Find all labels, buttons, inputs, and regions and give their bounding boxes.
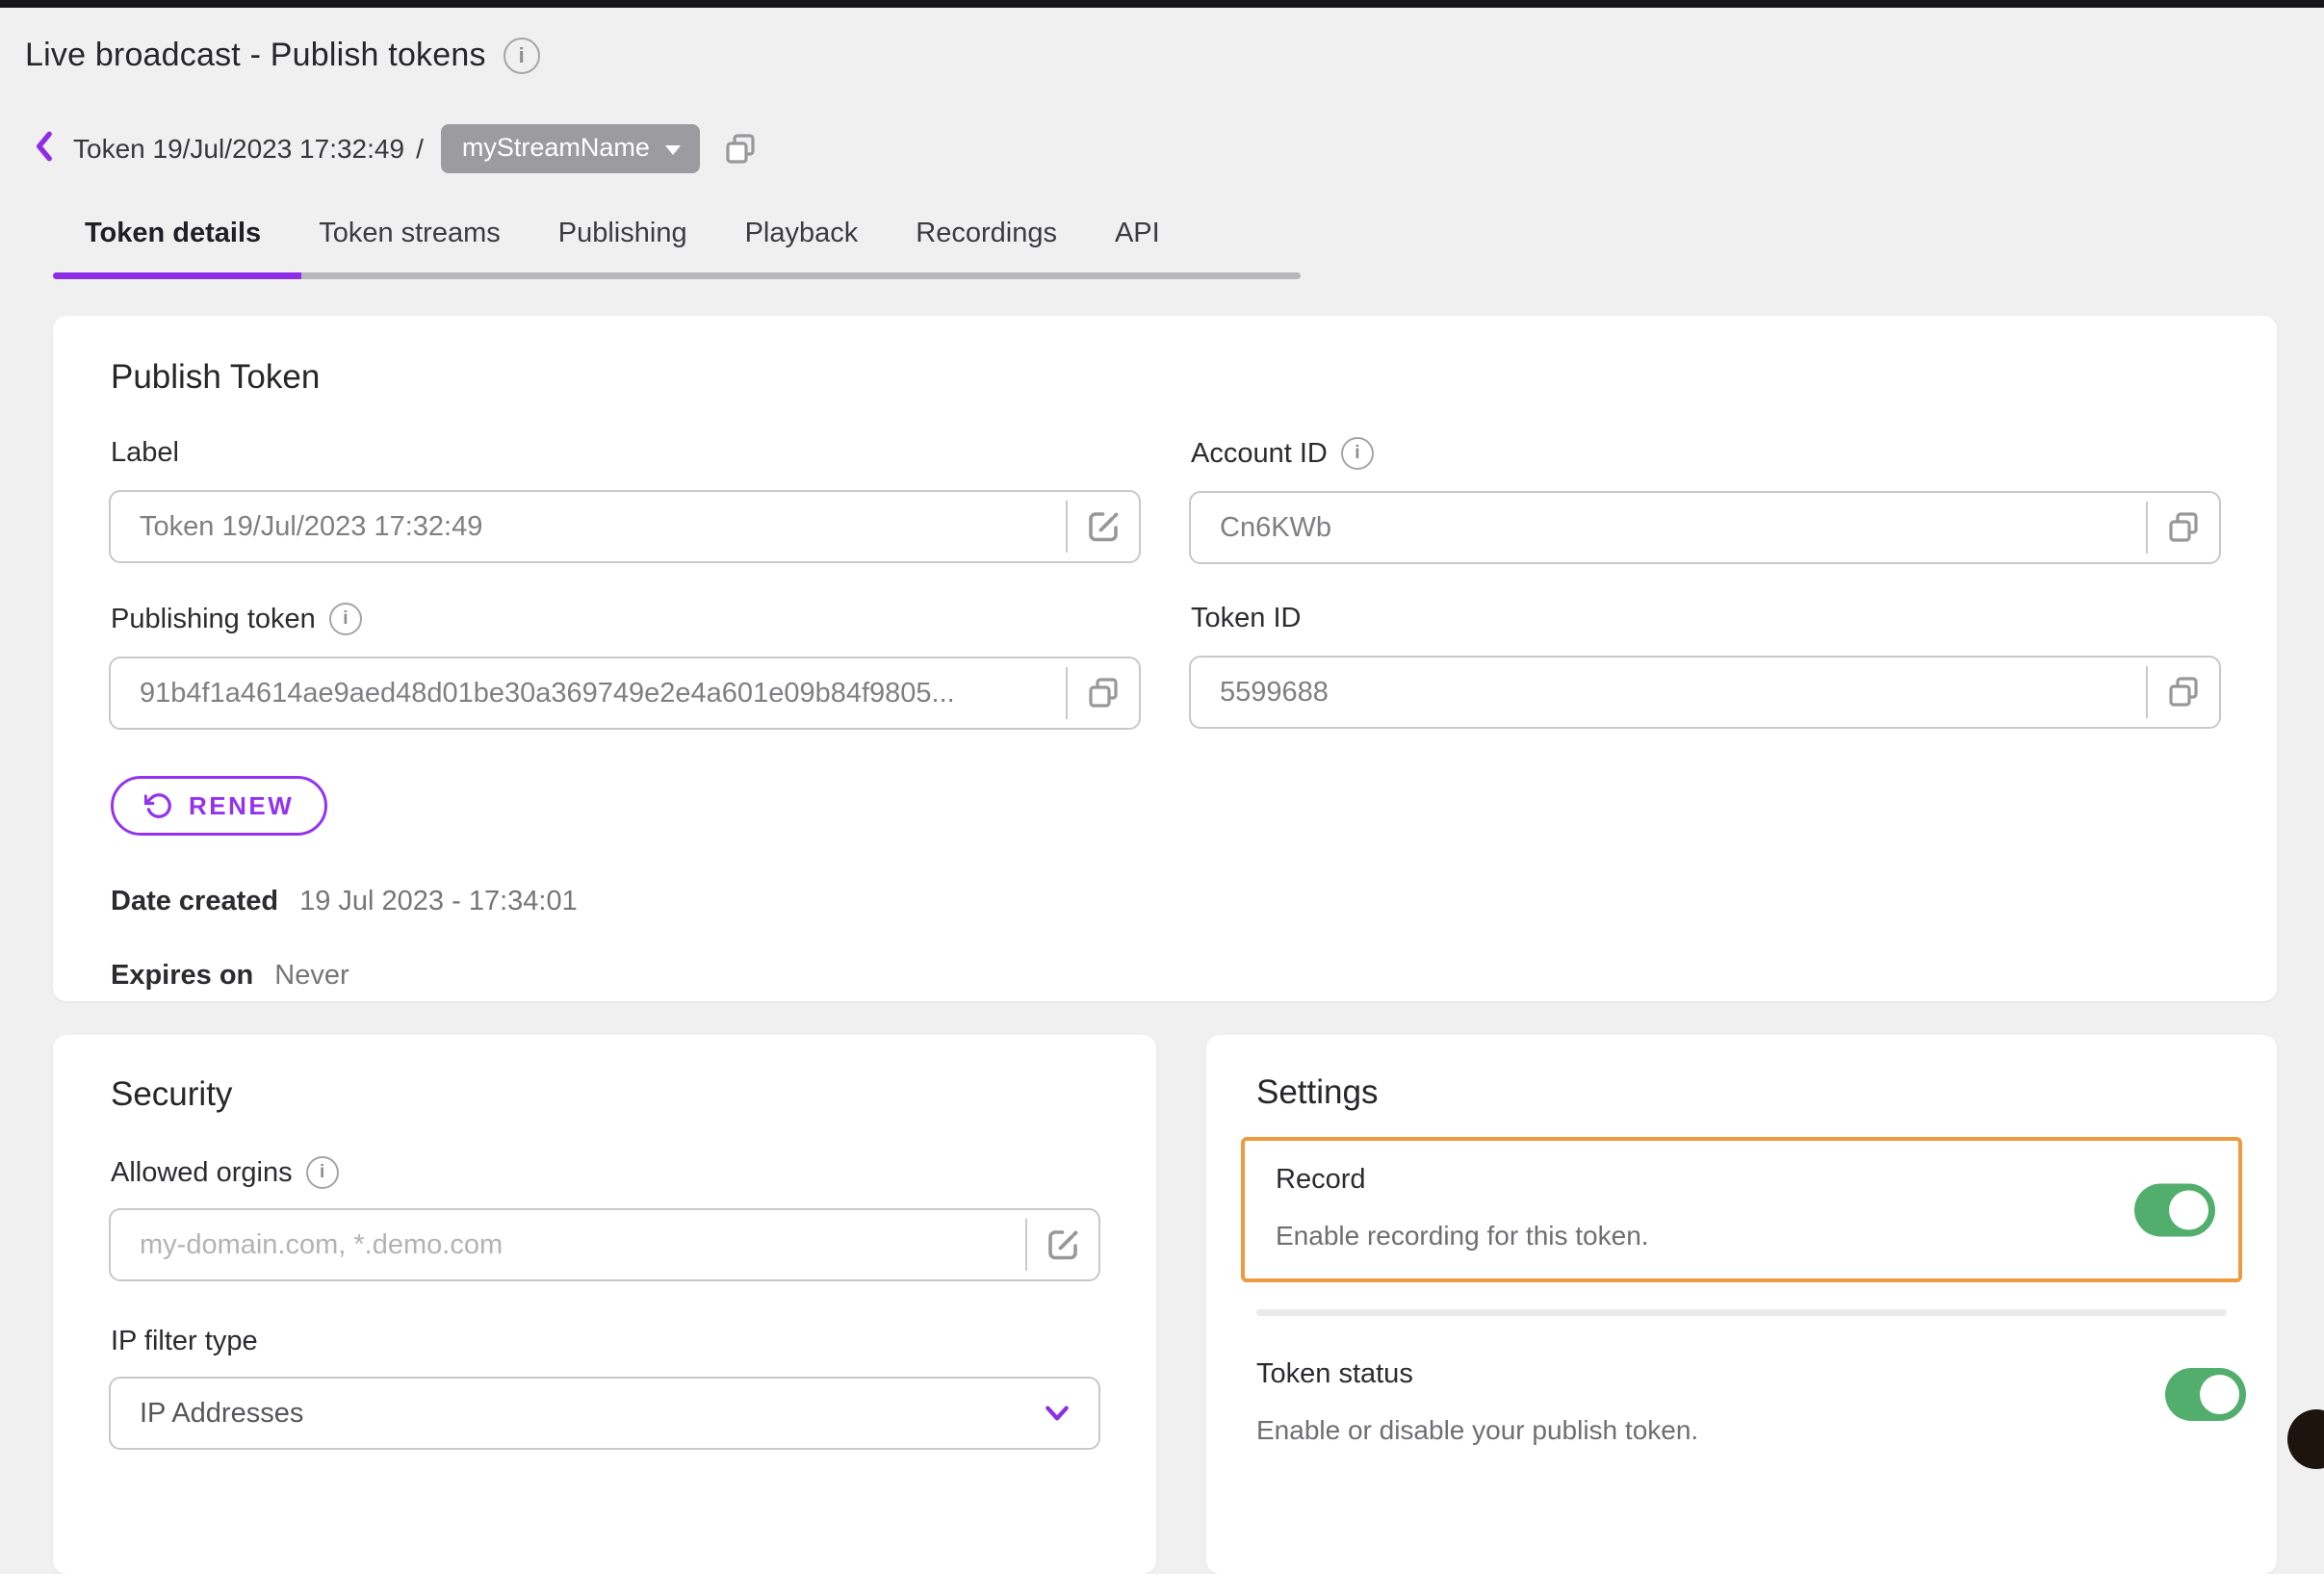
renew-rotate-icon	[144, 791, 173, 820]
label-inputbox	[109, 490, 1141, 563]
publish-token-form: Label Account ID	[109, 437, 2221, 730]
token-id-field: Token ID	[1189, 603, 2221, 730]
copy-token-id-button[interactable]	[2148, 658, 2219, 727]
page-header: Live broadcast - Publish tokens	[25, 37, 2324, 74]
top-window-bar	[0, 0, 2324, 8]
account-id-label: Account ID	[1191, 438, 1328, 470]
tab-recordings[interactable]: Recordings	[916, 218, 1057, 249]
breadcrumb-separator: /	[416, 134, 424, 165]
tab-token-details[interactable]: Token details	[85, 218, 261, 249]
bottom-cards-row: Security Allowed orgins IP filter type I…	[53, 1035, 2324, 1574]
account-id-inputbox	[1189, 491, 2221, 564]
expires-on-row: Expires on Never	[111, 960, 2221, 992]
record-label: Record	[1276, 1164, 2113, 1196]
token-id-label: Token ID	[1191, 603, 1301, 634]
tab-token-streams[interactable]: Token streams	[319, 218, 501, 249]
toggle-knob	[2200, 1375, 2239, 1414]
info-icon[interactable]	[504, 38, 540, 74]
publish-token-card: Publish Token Label Account ID	[53, 316, 2277, 1001]
tab-api[interactable]: API	[1115, 218, 1160, 249]
token-id-inputbox	[1189, 656, 2221, 729]
stream-name-label: myStreamName	[462, 133, 650, 163]
label-field: Label	[109, 437, 1141, 564]
select-chevron-icon	[1043, 1399, 1072, 1428]
settings-divider	[1256, 1309, 2227, 1316]
token-status-description: Enable or disable your publish token.	[1256, 1415, 2117, 1446]
info-icon[interactable]	[306, 1156, 339, 1189]
publishing-token-input[interactable]	[111, 678, 1066, 710]
stream-name-dropdown[interactable]: myStreamName	[441, 124, 700, 173]
date-created-row: Date created 19 Jul 2023 - 17:34:01	[111, 886, 2221, 917]
security-title: Security	[111, 1075, 1100, 1114]
copy-account-id-button[interactable]	[2148, 493, 2219, 562]
caret-down-icon	[665, 145, 681, 155]
token-status-toggle[interactable]	[2165, 1368, 2246, 1421]
tab-underline-track	[53, 272, 1301, 279]
edit-icon	[1046, 1227, 1080, 1262]
publishing-token-inputbox	[109, 657, 1141, 730]
toggle-knob	[2169, 1190, 2208, 1229]
renew-button[interactable]: RENEW	[111, 776, 327, 836]
allowed-origins-inputbox	[109, 1208, 1100, 1281]
copy-publishing-token-button[interactable]	[1068, 658, 1139, 728]
expires-on-label: Expires on	[111, 960, 253, 992]
copy-icon	[1086, 676, 1121, 710]
back-chevron-icon[interactable]	[33, 130, 58, 168]
label-input[interactable]	[111, 511, 1066, 543]
tab-playback[interactable]: Playback	[745, 218, 859, 249]
allowed-origins-input[interactable]	[111, 1229, 1025, 1261]
label-field-label: Label	[111, 437, 179, 469]
info-icon[interactable]	[1341, 437, 1374, 470]
breadcrumb-token-label[interactable]: Token 19/Jul/2023 17:32:49	[73, 134, 404, 165]
active-tab-indicator	[53, 272, 301, 279]
publish-token-title: Publish Token	[111, 358, 2221, 397]
token-id-input[interactable]	[1191, 677, 2146, 709]
expires-on-value: Never	[274, 960, 349, 992]
ip-filter-type-select[interactable]: IP Addresses	[109, 1377, 1100, 1450]
settings-card: Settings Record Enable recording for thi…	[1206, 1035, 2277, 1574]
record-description: Enable recording for this token.	[1276, 1221, 2113, 1251]
account-id-input[interactable]	[1191, 512, 2146, 544]
token-status-setting: Token status Enable or disable your publ…	[1256, 1358, 2242, 1446]
copy-icon	[2166, 675, 2201, 710]
copy-icon[interactable]	[723, 132, 758, 167]
record-toggle[interactable]	[2134, 1183, 2215, 1236]
edit-allowed-origins-button[interactable]	[1027, 1210, 1098, 1279]
date-created-label: Date created	[111, 886, 278, 917]
token-status-label: Token status	[1256, 1358, 2117, 1390]
ip-filter-selected-value: IP Addresses	[140, 1398, 303, 1430]
settings-title: Settings	[1256, 1073, 2242, 1112]
tab-publishing[interactable]: Publishing	[558, 218, 687, 249]
record-setting-highlight: Record Enable recording for this token.	[1241, 1137, 2242, 1282]
publishing-token-field: Publishing token	[109, 603, 1141, 730]
date-created-value: 19 Jul 2023 - 17:34:01	[299, 886, 578, 917]
security-card: Security Allowed orgins IP filter type I…	[53, 1035, 1156, 1574]
edit-icon	[1086, 509, 1121, 544]
copy-icon	[2166, 510, 2201, 545]
page-title: Live broadcast - Publish tokens	[25, 37, 486, 74]
allowed-origins-label: Allowed orgins	[111, 1157, 293, 1189]
breadcrumb: Token 19/Jul/2023 17:32:49 / myStreamNam…	[33, 124, 2324, 173]
ip-filter-type-label: IP filter type	[111, 1326, 1100, 1357]
tab-bar: Token details Token streams Publishing P…	[85, 218, 2324, 249]
publishing-token-label: Publishing token	[111, 604, 316, 635]
account-id-field: Account ID	[1189, 437, 2221, 564]
info-icon[interactable]	[329, 603, 362, 635]
edit-label-button[interactable]	[1068, 492, 1139, 561]
renew-button-label: RENEW	[189, 791, 294, 821]
